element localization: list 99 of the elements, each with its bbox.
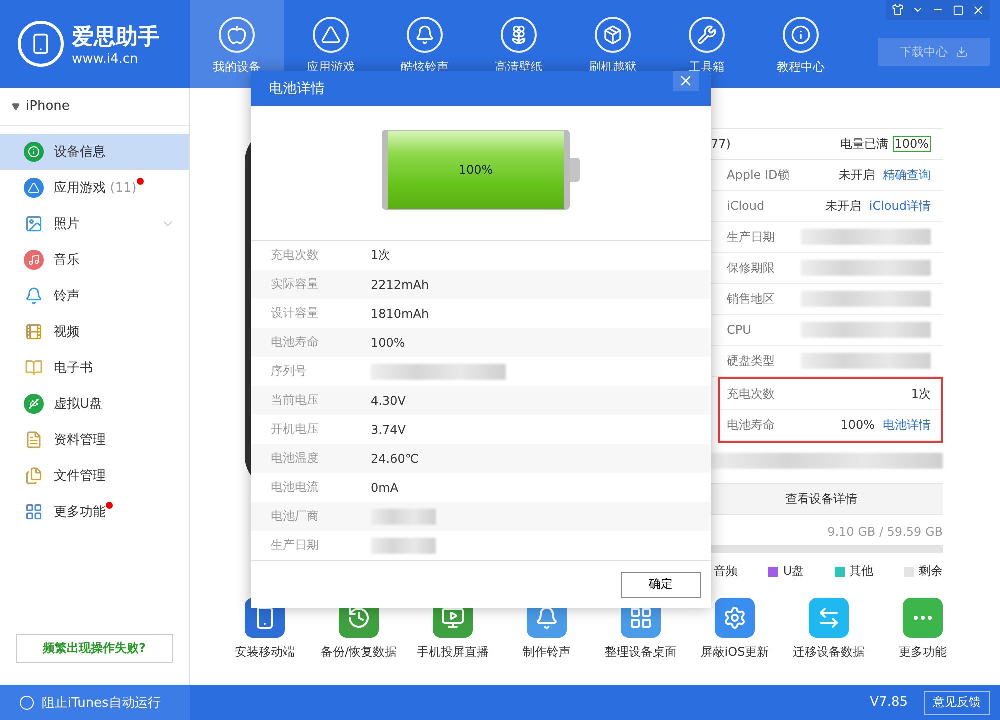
feedback-button[interactable]: 意见反馈 (924, 690, 990, 714)
info-label: CPU (727, 323, 752, 337)
info-label: Apple ID锁 (727, 166, 790, 184)
picture-icon (24, 214, 44, 234)
sidebar-label: 文件管理 (54, 468, 106, 485)
sidebar-item[interactable]: 视频 (0, 314, 189, 350)
info-value: 未开启 (839, 166, 875, 184)
ok-button[interactable]: 确定 (621, 572, 701, 598)
info-value: 1次 (911, 386, 931, 402)
grid-icon (24, 502, 44, 522)
info-icon (783, 16, 819, 52)
detail-label: 充电次数 (271, 247, 320, 264)
detail-value: 1810mAh (371, 306, 430, 320)
sidebar-label: 铃声 (54, 288, 80, 305)
info-icon (24, 142, 44, 162)
sidebar-label: 照片 (54, 216, 80, 233)
detail-value: 0mA (371, 480, 399, 494)
battery-percent: 100% (458, 162, 494, 179)
info-value: 未开启 (825, 198, 862, 214)
detail-value: 4.30V (371, 394, 406, 408)
info-label: 保修期限 (727, 260, 775, 276)
app-name: 爱思助手 (72, 24, 160, 52)
detail-value: 1次 (371, 247, 391, 264)
usb-icon (24, 394, 44, 414)
nav-tab[interactable]: 教程中心 (754, 0, 848, 88)
detail-label: 实际容量 (271, 276, 320, 293)
sidebar-item[interactable]: 资料管理 (0, 422, 189, 458)
detail-value: 24.60℃ (371, 452, 419, 466)
sidebar-label: 电子书 (54, 360, 93, 377)
device-name[interactable]: iPhone (26, 99, 70, 114)
sidebar-item[interactable]: 虚拟U盘 (0, 386, 189, 422)
detail-label: 当前电压 (271, 392, 320, 409)
sidebar-label: 音乐 (54, 252, 80, 269)
wrench-icon (689, 16, 725, 52)
sidebar-item[interactable]: 应用游戏 (11) (0, 170, 189, 206)
info-label: 充电次数 (727, 386, 775, 402)
legend-item: 剩余 (904, 563, 943, 580)
sidebar-label: 虚拟U盘 (54, 396, 103, 413)
music-note-icon (24, 250, 44, 270)
detail-label: 电池厂商 (271, 508, 320, 525)
shirt-icon[interactable] (890, 2, 906, 18)
legend-item: 其他 (834, 563, 874, 580)
legend-item: U盘 (768, 563, 804, 580)
detail-label: 生产日期 (271, 537, 320, 554)
version-text: V7.85 (870, 695, 908, 710)
close-button[interactable] (673, 71, 699, 91)
detail-value: 2212mAh (371, 278, 430, 292)
box-icon (595, 16, 631, 52)
sidebar-item[interactable]: 音乐 (0, 242, 189, 278)
sidebar-item[interactable]: 设备信息 (0, 134, 189, 170)
app-store-icon (24, 178, 44, 198)
detail-label: 电池温度 (271, 450, 320, 467)
detail-label: 电池电流 (271, 479, 320, 496)
info-label: 生产日期 (727, 228, 775, 246)
legend-item: 音频 (714, 563, 738, 580)
sidebar-item[interactable]: 文件管理 (0, 458, 189, 494)
info-value: 100% (840, 418, 875, 432)
radio-toggle[interactable] (20, 696, 34, 710)
detail-value: 3.74V (371, 422, 406, 436)
collapse-caret-icon[interactable] (12, 102, 20, 110)
detail-label: 设计容量 (271, 305, 320, 322)
apple-icon (219, 16, 255, 52)
detail-label: 电池寿命 (271, 334, 320, 351)
tool-shortcut[interactable]: 更多功能 (876, 598, 970, 661)
tool-shortcut[interactable]: 屏蔽iOS更新 (688, 598, 782, 661)
sidebar-label: 资料管理 (54, 432, 106, 449)
files-icon (24, 466, 44, 486)
download-icon (956, 46, 968, 58)
help-button[interactable]: 频繁出现操作失败? (16, 634, 173, 663)
logo-icon (18, 21, 64, 67)
info-label: 电池寿命 (727, 416, 775, 434)
detail-value: 100% (371, 336, 406, 350)
device-model-text: 77) (711, 137, 731, 151)
sidebar-item[interactable]: 电子书 (0, 350, 189, 386)
detail-label: 开机电压 (271, 421, 320, 438)
bell-icon (407, 16, 443, 52)
sidebar-label: 应用游戏 (11) (54, 179, 137, 197)
storage-text: 9.10 GB / 59.59 GB (828, 525, 943, 539)
sidebar-label: 更多功能 (54, 503, 106, 521)
sidebar-label: 视频 (54, 324, 80, 341)
info-label: iCloud (727, 199, 765, 213)
info-label: 硬盘类型 (727, 352, 775, 370)
book-icon (24, 358, 44, 378)
film-icon (24, 322, 44, 342)
detail-label: 序列号 (271, 363, 308, 380)
flower-icon (501, 16, 537, 52)
tool-shortcut[interactable]: 迁移设备数据 (782, 598, 876, 661)
info-link[interactable]: 精确查询 (883, 166, 931, 184)
battery-percent-badge: 100% (892, 136, 931, 152)
sidebar-item[interactable]: 铃声 (0, 278, 189, 314)
info-label: 销售地区 (727, 290, 775, 308)
info-link[interactable]: 电池详情 (883, 416, 931, 434)
sidebar-item[interactable]: 照片 (0, 206, 189, 242)
sidebar-item[interactable]: 更多功能 (0, 494, 189, 530)
info-link[interactable]: iCloud详情 (869, 198, 931, 214)
bell-icon (24, 286, 44, 306)
battery-status: 电量已满 (840, 136, 889, 152)
app-url: www.i4.cn (72, 52, 140, 66)
sidebar-label: 设备信息 (54, 144, 106, 161)
